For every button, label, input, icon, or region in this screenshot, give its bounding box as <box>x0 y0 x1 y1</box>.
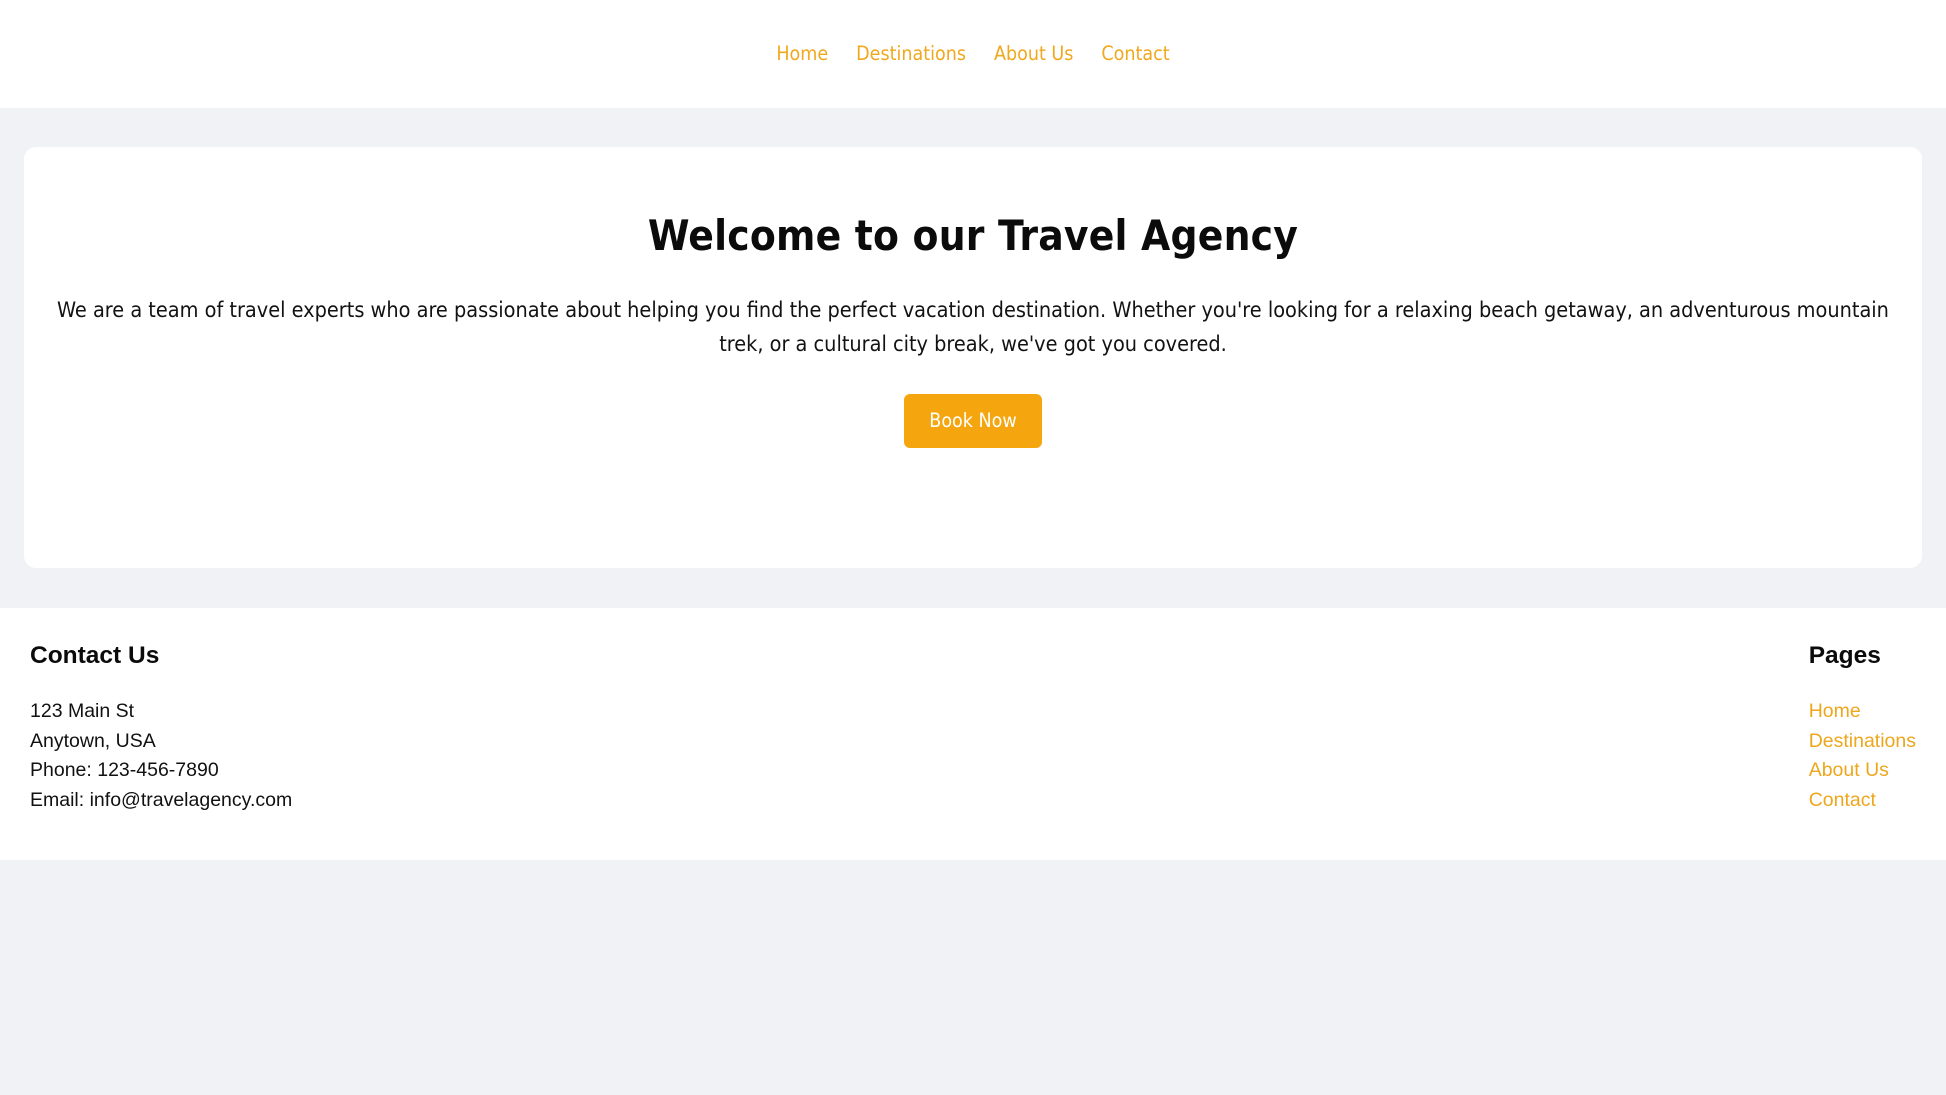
nav-link-destinations[interactable]: Destinations <box>842 40 980 68</box>
footer-address-city: Anytown, USA <box>30 729 156 752</box>
footer-phone: Phone: 123-456-7890 <box>30 759 219 781</box>
nav-link-home[interactable]: Home <box>762 40 842 68</box>
footer-link-home[interactable]: Home <box>1809 697 1916 727</box>
site-footer: Contact Us 123 Main St Anytown, USA Phon… <box>0 608 1946 860</box>
nav-item-about-us: About Us <box>980 40 1087 68</box>
footer-link-about-us[interactable]: About Us <box>1809 756 1916 786</box>
nav-link-about-us[interactable]: About Us <box>980 40 1087 68</box>
nav-item-destinations: Destinations <box>842 40 980 68</box>
footer-link-contact[interactable]: Contact <box>1809 786 1916 816</box>
page-title: Welcome to our Travel Agency <box>647 211 1299 260</box>
primary-nav-list: Home Destinations About Us Contact <box>762 40 1183 68</box>
footer-pages-column: Pages Home Destinations About Us Contact <box>1809 640 1916 815</box>
book-now-button[interactable]: Book Now <box>904 394 1042 448</box>
nav-link-contact[interactable]: Contact <box>1087 40 1183 68</box>
hero-card: Welcome to our Travel Agency We are a te… <box>24 147 1922 568</box>
footer-contact-column: Contact Us 123 Main St Anytown, USA Phon… <box>30 640 292 815</box>
top-navbar: Home Destinations About Us Contact <box>0 0 1946 108</box>
footer-email: Email: info@travelagency.com <box>30 788 293 811</box>
hero-description: We are a team of travel experts who are … <box>57 298 1889 357</box>
hero-cta-container: Book Now <box>56 394 1890 448</box>
footer-address-street: 123 Main St <box>30 700 135 722</box>
nav-item-contact: Contact <box>1087 40 1183 68</box>
footer-pages-heading: Pages <box>1808 642 1881 669</box>
footer-contact-heading: Contact Us <box>30 642 160 669</box>
footer-link-destinations[interactable]: Destinations <box>1809 727 1916 757</box>
page-root: Home Destinations About Us Contact Welco… <box>0 0 1946 1095</box>
nav-item-home: Home <box>762 40 842 68</box>
